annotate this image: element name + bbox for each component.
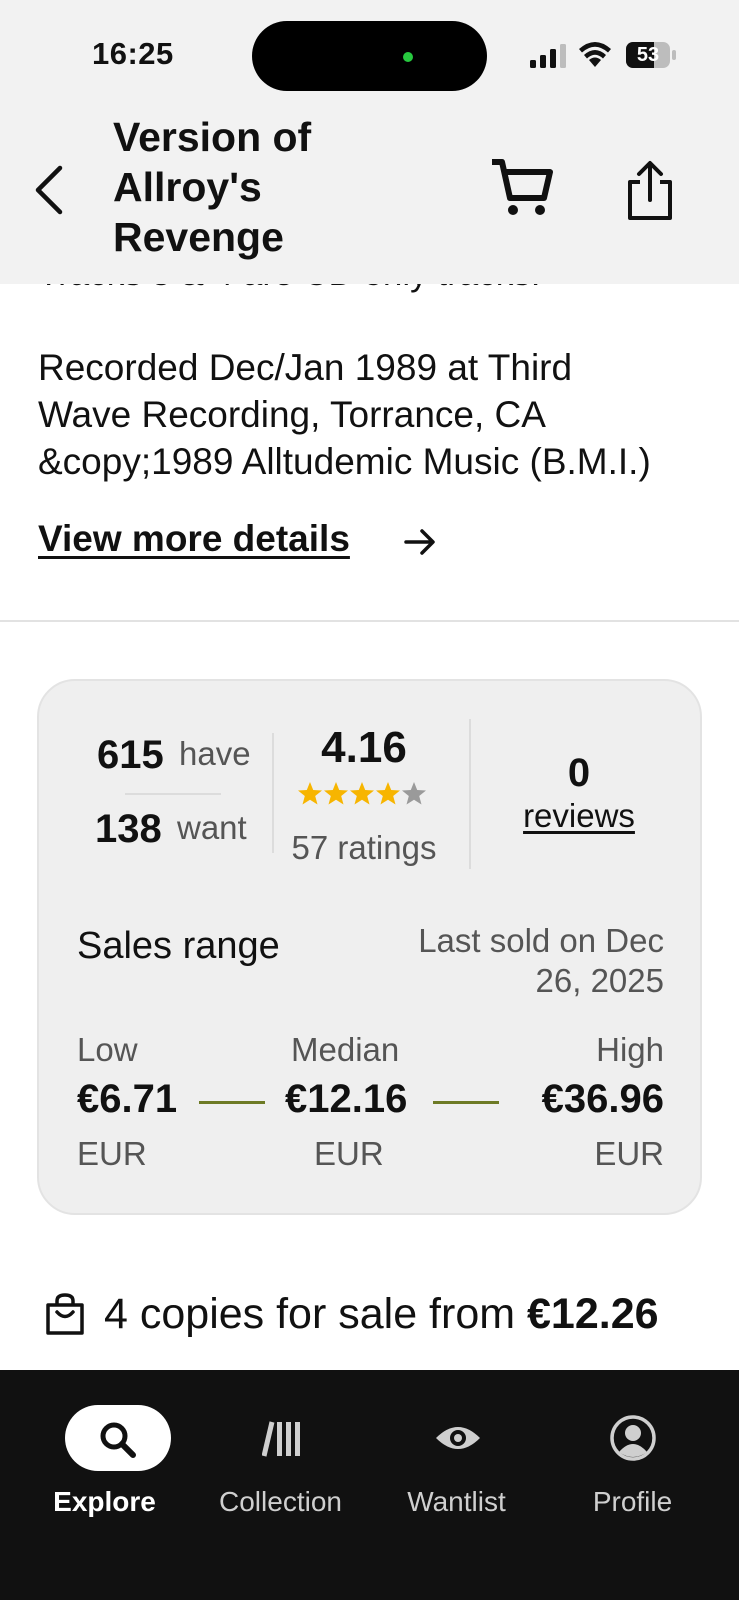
battery-level: 53 — [636, 44, 660, 66]
last-sold-date: Last sold on Dec 26, 2025 — [418, 922, 664, 999]
star-rating-icon — [298, 782, 426, 805]
reviews-count: 0 — [567, 751, 591, 795]
nav-label-explore: Explore — [53, 1486, 156, 1517]
view-more-details-link[interactable]: View more details — [38, 518, 350, 560]
notes-line: Wave Recording, Torrance, CA — [38, 394, 546, 435]
cellular-signal-icon — [530, 44, 566, 68]
nav-profile[interactable]: Profile — [540, 1370, 725, 1520]
arrow-right-icon[interactable] — [402, 524, 438, 560]
nav-label-wantlist: Wantlist — [407, 1486, 506, 1517]
section-divider — [0, 620, 739, 622]
search-icon — [100, 1422, 136, 1458]
low-currency: EUR — [77, 1135, 147, 1172]
copies-for-sale[interactable]: 4 copies for sale from €12.26 — [104, 1290, 659, 1339]
lowest-price: €12.26 — [527, 1290, 659, 1338]
bottom-navigation: Explore Collection Wantlist Profile — [0, 1370, 739, 1600]
range-bar — [199, 1101, 265, 1104]
back-button[interactable] — [30, 160, 70, 220]
notes-line: Recorded Dec/Jan 1989 at Third — [38, 347, 573, 388]
median-currency: EUR — [314, 1135, 384, 1172]
nav-collection[interactable]: Collection — [188, 1370, 373, 1520]
average-rating: 4.16 — [321, 723, 407, 772]
collection-icon — [262, 1421, 300, 1457]
high-label: High — [596, 1031, 664, 1068]
profile-icon — [610, 1415, 656, 1461]
cart-icon[interactable] — [490, 156, 554, 220]
release-notes: Recorded Dec/Jan 1989 at Third Wave Reco… — [38, 344, 704, 485]
have-count: 615 — [97, 733, 164, 777]
camera-indicator — [403, 52, 413, 62]
dynamic-island — [252, 21, 487, 91]
stat-divider — [469, 719, 471, 869]
sales-range-title: Sales range — [77, 925, 280, 967]
notes-line: &copy;1989 Alltudemic Music (B.M.I.) — [38, 441, 651, 482]
have-label: have — [179, 735, 251, 772]
eye-icon — [436, 1427, 480, 1449]
median-price: €12.16 — [285, 1077, 408, 1121]
status-time: 16:25 — [92, 36, 174, 71]
nav-label-collection: Collection — [219, 1486, 342, 1517]
median-label: Median — [291, 1031, 400, 1068]
wifi-icon — [579, 42, 611, 67]
nav-wantlist[interactable]: Wantlist — [364, 1370, 549, 1520]
low-label: Low — [77, 1031, 138, 1068]
share-icon[interactable] — [624, 160, 676, 222]
shopping-bag-icon — [46, 1293, 84, 1335]
reviews-link[interactable]: reviews — [479, 797, 679, 835]
ratings-count: 57 ratings — [291, 829, 437, 866]
stat-divider — [125, 793, 221, 795]
copies-for-sale-text: 4 copies for sale from — [104, 1290, 528, 1338]
page-title: Version of Allroy's Revenge — [113, 114, 312, 260]
want-label: want — [177, 809, 247, 846]
want-count: 138 — [95, 807, 162, 851]
top-bar: 16:25 53 Version of Allroy's Revenge — [0, 0, 739, 284]
high-price: €36.96 — [541, 1077, 664, 1121]
nav-label-profile: Profile — [592, 1486, 673, 1517]
low-price: €6.71 — [77, 1077, 178, 1121]
community-stats-card: 615 have 138 want 4.16 57 ratings 0 revi… — [37, 679, 702, 1215]
nav-explore[interactable]: Explore — [12, 1370, 197, 1520]
high-currency: EUR — [594, 1135, 664, 1172]
range-bar — [433, 1101, 499, 1104]
